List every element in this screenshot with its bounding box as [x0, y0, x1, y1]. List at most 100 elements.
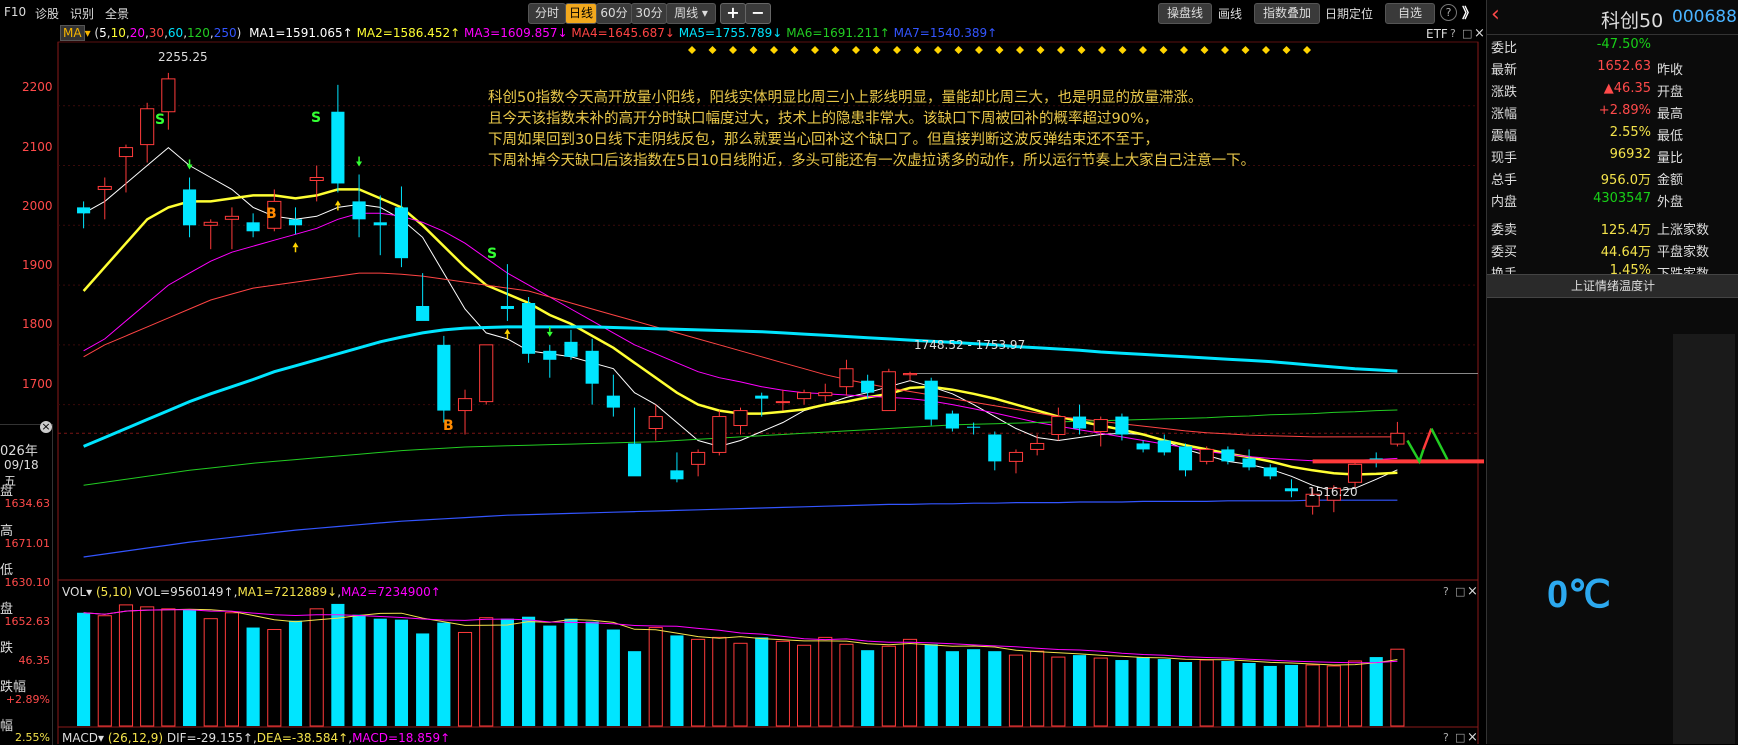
event-diamond [954, 46, 963, 54]
info-amp-value: 2.55% [15, 731, 50, 744]
candle-body-down [945, 413, 959, 429]
vol-panel-close-icon[interactable]: × [1467, 584, 1478, 599]
event-diamond [1057, 46, 1065, 54]
candle-body-up [691, 451, 706, 465]
quote-row: 最新 1652.63 昨收 [1487, 56, 1738, 78]
quote-label-secondary: 上涨家数 [1657, 223, 1710, 238]
ma-line-ma7 [83, 499, 1398, 558]
chart-overlay [186, 156, 1484, 465]
vol-ma1: MA1=7212889↓ [237, 585, 338, 599]
quote-label: 内盘 [1491, 195, 1518, 210]
event-diamond [749, 46, 758, 54]
info-date-year: 026年 [0, 444, 38, 459]
candle-body-down [627, 443, 642, 477]
candle-body-up [457, 398, 473, 412]
vol-selector-chevron-icon: ▾ [86, 585, 93, 599]
event-diamond [1180, 46, 1188, 54]
macd-panel-help-icon[interactable]: ? [1443, 731, 1449, 744]
volume-bar-up [479, 617, 494, 727]
vol-selector[interactable]: VOL [62, 585, 86, 599]
quote-value: +2.89% [1598, 103, 1651, 118]
buy-signal: B [266, 206, 277, 222]
macd-selector-chevron-icon: ▾ [97, 731, 105, 745]
event-diamond [872, 46, 881, 54]
event-diamond [1159, 46, 1168, 54]
volume-bar-up [818, 636, 833, 727]
quote-label: 涨幅 [1491, 107, 1518, 122]
quote-label-secondary: 金额 [1657, 173, 1684, 188]
candle-body-down [967, 426, 981, 428]
candle-body-down [246, 222, 260, 232]
candle-body-up [1347, 463, 1363, 483]
volume-bar-up [691, 638, 706, 727]
candle-body-down [288, 219, 303, 226]
volume-bar-down [77, 612, 91, 726]
volume-bar-down [1072, 655, 1087, 726]
quote-label: 涨跌 [1491, 85, 1518, 100]
event-diamond [913, 46, 922, 54]
event-diamond [831, 46, 840, 54]
volume-bar-down [1157, 659, 1171, 726]
volume-bar-down [543, 625, 557, 726]
volume-bar-down [945, 651, 959, 726]
volume-bar-down [1136, 657, 1150, 726]
volume-bar-up [902, 638, 918, 727]
candle-body-down [1284, 488, 1299, 492]
macd-panel-maximize-icon[interactable]: □ [1455, 731, 1465, 744]
candle-body-up [118, 147, 134, 158]
candle-body-down [585, 350, 599, 384]
back-icon[interactable]: ‹ [1491, 2, 1500, 27]
buy-arrow-icon [504, 328, 511, 334]
volume-bar-down [585, 621, 599, 726]
volume-bar-up [1305, 664, 1320, 727]
quote-row: 委卖 125.4万 上涨家数 [1487, 216, 1738, 238]
volume-bar-up [648, 627, 663, 727]
candle-body-down [924, 380, 938, 420]
price-tick: 2200 [22, 80, 53, 94]
candle-body-up [902, 373, 918, 376]
low-price-label: 1516.20 [1308, 485, 1358, 499]
volume-bar-down [500, 618, 514, 726]
temperature-title[interactable]: 上证情绪温度计 [1487, 274, 1738, 298]
volume-bar-down [670, 635, 684, 726]
quote-value: 956.0万 [1600, 173, 1651, 188]
info-close-icon[interactable]: × [40, 421, 52, 433]
annotation-line: 且今天该指数未补的高开分时缺口幅度过大，技术上的隐患非常大。该缺口下周被回补的概… [488, 111, 1159, 127]
quote-row: 涨幅 +2.89% 最高 [1487, 100, 1738, 122]
volume-bar-up [224, 612, 239, 727]
volume-bar-down [1284, 664, 1299, 726]
annotation-line: 下周补掉今天缺口后该指数在5日10日线附近，多头可能还有一次虚拉诱多的动作，所以… [488, 153, 1256, 169]
volume-bars [77, 603, 1405, 727]
quote-label-secondary: 量比 [1657, 151, 1684, 166]
candle-body-down [543, 350, 557, 360]
macd-panel-close-icon[interactable]: × [1467, 730, 1478, 745]
macd-selector[interactable]: MACD [62, 731, 98, 745]
candle-body-down [755, 395, 769, 399]
cursor-info-box: × 026年 09/18 五 盘 1634.63 高 1671.01 低 163… [0, 421, 53, 745]
candle-body-down [437, 344, 451, 411]
sell-arrow-icon [546, 331, 553, 337]
range-label: 1748.52 - 1753.97 [914, 338, 1026, 352]
vol-panel-help-icon[interactable]: ? [1443, 585, 1449, 598]
quote-label-secondary: 最高 [1657, 107, 1684, 122]
candle-body-up [797, 392, 812, 400]
info-pct-value: +2.89% [5, 693, 50, 706]
candle-body-up [161, 78, 176, 113]
candle-body-up [881, 371, 896, 412]
volume-bar-up [1347, 660, 1363, 727]
volume-bar-up [309, 608, 324, 727]
volume-bar-down [1178, 662, 1193, 726]
candle-body-up [1390, 432, 1405, 445]
candle-body-up [1030, 442, 1045, 450]
candle-body-up [224, 215, 239, 220]
candle-body-down [182, 189, 197, 226]
vol-panel-maximize-icon[interactable]: □ [1455, 585, 1465, 598]
volume-bar-down [331, 603, 345, 726]
volume-bar-down [288, 620, 303, 726]
event-diamond [688, 46, 696, 54]
quote-value: -47.50% [1596, 37, 1651, 52]
quote-row: 涨跌 ▲46.35 开盘 [1487, 78, 1738, 100]
quote-label-secondary: 平盘家数 [1657, 245, 1710, 260]
index-name: 科创50 [1601, 10, 1664, 32]
event-diamond [790, 46, 799, 54]
